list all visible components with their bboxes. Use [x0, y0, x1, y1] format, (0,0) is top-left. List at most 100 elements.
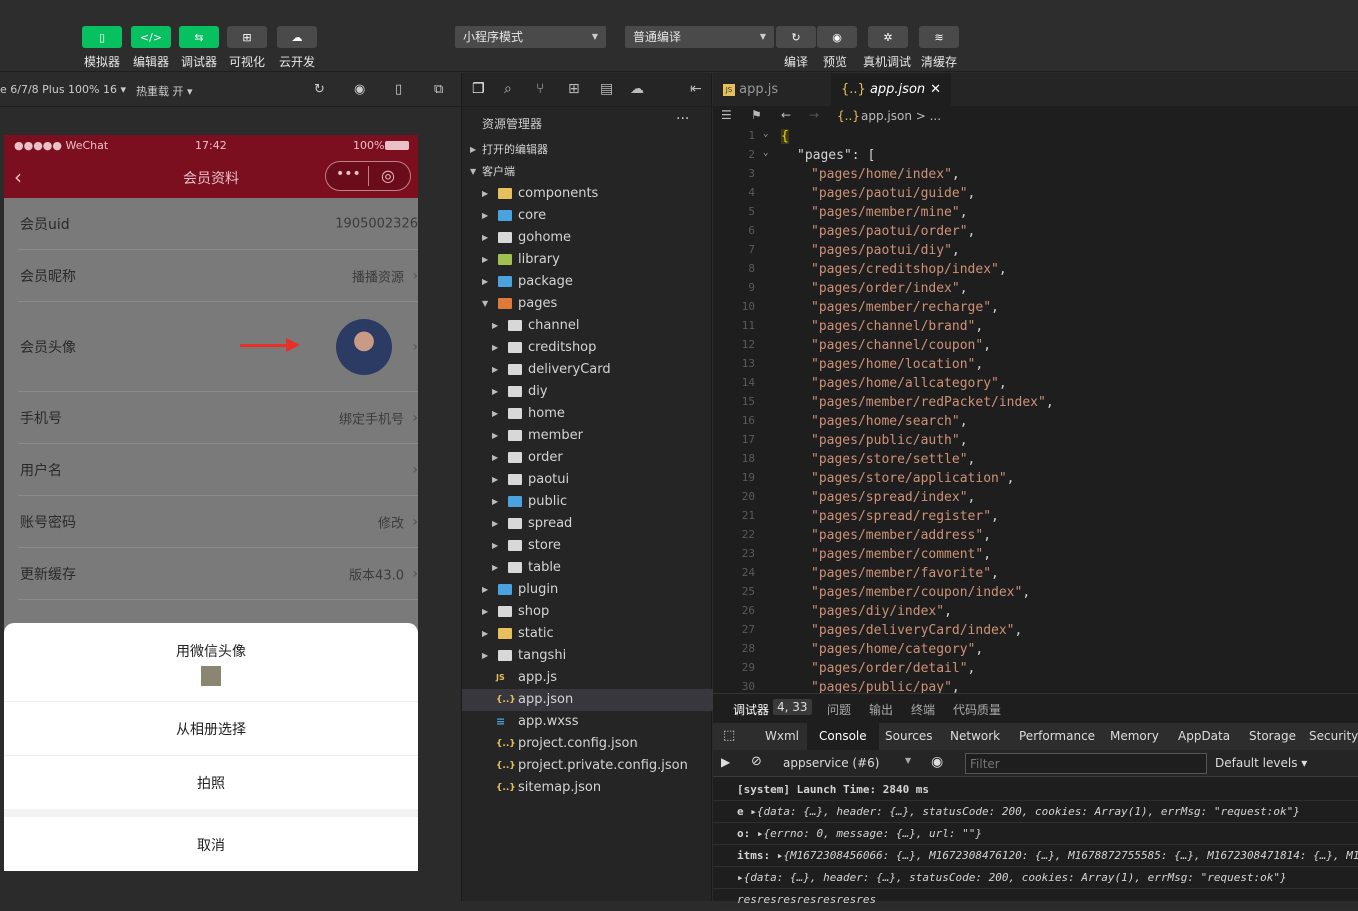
compile-select[interactable]: 普通编译 ▼: [625, 26, 774, 48]
tree-item[interactable]: {..} sitemap.json: [462, 777, 713, 799]
use-wechat-avatar-option[interactable]: 用微信头像: [4, 641, 418, 661]
clear-console-icon[interactable]: ⊘: [751, 754, 762, 769]
console-line[interactable]: [system] Launch Time: 2840 ms: [713, 779, 1358, 801]
cloud-dev-button[interactable]: ☁: [277, 26, 317, 48]
tree-item[interactable]: {..} project.private.config.json: [462, 755, 713, 777]
tab-output[interactable]: 输出: [869, 701, 893, 718]
tree-item[interactable]: ▶ paotui: [462, 469, 713, 491]
inspect-icon[interactable]: ⬚: [723, 728, 735, 743]
console-line[interactable]: ▸{data: {…}, header: {…}, statusCode: 20…: [713, 867, 1358, 889]
files-icon[interactable]: ❐: [472, 81, 485, 97]
more-options-icon[interactable]: ···: [676, 111, 689, 127]
console-line[interactable]: o: ▸{errno: 0, message: {…}, url: ""}: [713, 823, 1358, 845]
sidebar-toggle-icon[interactable]: ▶: [721, 755, 730, 769]
record-icon[interactable]: ◉: [354, 82, 365, 97]
clear-cache-button[interactable]: ≋: [919, 26, 959, 48]
tree-item[interactable]: ▶ library: [462, 249, 713, 271]
list-icon[interactable]: ☰: [721, 108, 732, 122]
client-section[interactable]: ▼ 客户端: [462, 161, 713, 183]
row-username[interactable]: 用户名 ›: [18, 444, 418, 496]
visual-toggle-button[interactable]: ⊞: [227, 26, 267, 48]
tree-item[interactable]: ▶ components: [462, 183, 713, 205]
bookmark-icon[interactable]: ⚑: [751, 108, 762, 122]
tree-item[interactable]: ▶ home: [462, 403, 713, 425]
tree-item[interactable]: JS app.js: [462, 667, 713, 689]
tree-item[interactable]: ▶ channel: [462, 315, 713, 337]
tab-debugger[interactable]: 调试器: [733, 701, 769, 718]
tree-item[interactable]: ▶ diy: [462, 381, 713, 403]
tab-sources[interactable]: Sources: [885, 729, 932, 743]
console-filter-input[interactable]: [965, 753, 1207, 774]
tree-item[interactable]: ▶ store: [462, 535, 713, 557]
tree-item[interactable]: ▶ plugin: [462, 579, 713, 601]
breadcrumb-path[interactable]: app.json > ...: [861, 109, 941, 123]
choose-from-album-option[interactable]: 从相册选择: [4, 719, 418, 739]
console-line[interactable]: e ▸{data: {…}, header: {…}, statusCode: …: [713, 801, 1358, 823]
log-levels-select[interactable]: Default levels ▾: [1215, 756, 1307, 770]
tree-item[interactable]: ▶ table: [462, 557, 713, 579]
tab-wxml[interactable]: Wxml: [765, 729, 799, 743]
collapse-panel-icon[interactable]: ⇤: [690, 81, 702, 97]
tree-item[interactable]: ▶ creditshop: [462, 337, 713, 359]
tree-item[interactable]: ▶ deliveryCard: [462, 359, 713, 381]
rotate-icon[interactable]: ↻: [314, 82, 325, 97]
tree-item[interactable]: ▶ gohome: [462, 227, 713, 249]
row-password[interactable]: 账号密码 修改 ›: [18, 496, 418, 548]
eye-icon[interactable]: ◉: [931, 754, 943, 770]
editor-toggle-button[interactable]: </>: [131, 26, 171, 48]
tab-console[interactable]: Console: [807, 723, 879, 750]
tab-security[interactable]: Security: [1309, 729, 1358, 743]
row-avatar[interactable]: 会员头像 ›: [18, 302, 418, 392]
device-select[interactable]: e 6/7/8 Plus 100% 16 ▾: [0, 83, 126, 96]
tree-item[interactable]: ▶ spread: [462, 513, 713, 535]
storage-icon[interactable]: ▤: [600, 81, 613, 97]
extensions-icon[interactable]: ⊞: [568, 81, 580, 97]
row-nickname[interactable]: 会员昵称 播播资源 ›: [18, 250, 418, 302]
tab-storage[interactable]: Storage: [1249, 729, 1296, 743]
menu-bar[interactable]: [0, 0, 1358, 8]
fold-icon[interactable]: ⌄: [763, 129, 768, 139]
git-icon[interactable]: ⑂: [536, 81, 544, 97]
hot-reload-toggle[interactable]: 热重载 开 ▾: [136, 83, 193, 99]
mode-select[interactable]: 小程序模式 ▼: [455, 26, 606, 48]
close-icon[interactable]: ✕: [930, 73, 941, 107]
tab-appdata[interactable]: AppData: [1178, 729, 1230, 743]
take-photo-option[interactable]: 拍照: [4, 773, 418, 793]
tree-item[interactable]: ▶ tangshi: [462, 645, 713, 667]
more-dots-icon[interactable]: •••: [336, 166, 361, 182]
console-line[interactable]: resresresresresresres: [713, 889, 1358, 911]
capsule-menu[interactable]: ••• ◎: [325, 161, 411, 191]
compile-button[interactable]: ↻: [776, 26, 816, 48]
phone-icon[interactable]: ▯: [395, 82, 402, 97]
tab-network[interactable]: Network: [950, 729, 1000, 743]
close-target-icon[interactable]: ◎: [381, 166, 395, 185]
code-editor[interactable]: 1 ⌄ { 2 ⌄ "pages": [ 3 "pages/home/index"…: [713, 127, 1358, 693]
tree-item[interactable]: ▶ order: [462, 447, 713, 469]
forward-icon[interactable]: →: [809, 108, 819, 122]
tree-item[interactable]: ≡ app.wxss: [462, 711, 713, 733]
tree-item[interactable]: {..} app.json: [462, 689, 713, 711]
cancel-option[interactable]: 取消: [4, 835, 418, 855]
tree-item[interactable]: {..} project.config.json: [462, 733, 713, 755]
docker-icon[interactable]: ☁: [630, 81, 644, 97]
open-editors-section[interactable]: ▶ 打开的编辑器: [462, 139, 713, 161]
popout-icon[interactable]: ⧉: [434, 82, 443, 97]
tree-item[interactable]: ▶ shop: [462, 601, 713, 623]
tab-performance[interactable]: Performance: [1019, 729, 1095, 743]
tab-app-js[interactable]: JS app.js: [713, 73, 831, 107]
tab-memory[interactable]: Memory: [1110, 729, 1159, 743]
row-cache[interactable]: 更新缓存 版本43.0 ›: [18, 548, 418, 600]
tab-code-quality[interactable]: 代码质量: [953, 701, 1001, 718]
fold-icon[interactable]: ⌄: [763, 148, 768, 158]
tree-item[interactable]: ▶ public: [462, 491, 713, 513]
tab-problems[interactable]: 问题: [827, 701, 851, 718]
simulator-toggle-button[interactable]: ▯: [82, 26, 122, 48]
back-icon[interactable]: ←: [781, 108, 791, 122]
tab-app-json[interactable]: {..} app.json ✕: [831, 73, 951, 107]
preview-button[interactable]: ◉: [817, 26, 857, 48]
avatar[interactable]: [336, 319, 392, 375]
tree-item[interactable]: ▼ pages: [462, 293, 713, 315]
tree-item[interactable]: ▶ core: [462, 205, 713, 227]
row-phone[interactable]: 手机号 绑定手机号 ›: [18, 392, 418, 444]
context-select[interactable]: appservice (#6): [783, 756, 879, 770]
